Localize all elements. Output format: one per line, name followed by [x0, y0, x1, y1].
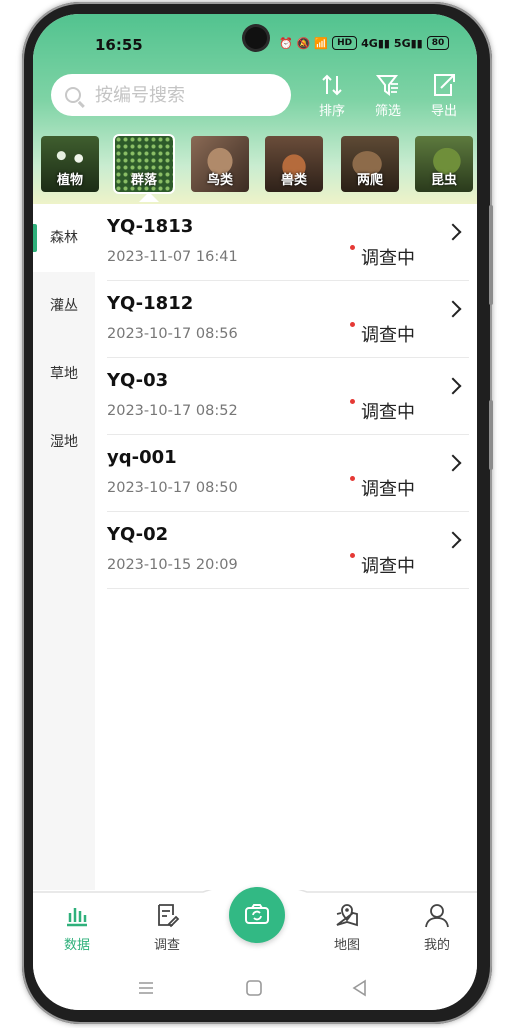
- category-bird[interactable]: 鸟类: [191, 136, 249, 192]
- tab-survey[interactable]: 调查: [137, 902, 197, 953]
- filter-button[interactable]: 筛选: [365, 72, 411, 119]
- status-dot: [350, 245, 355, 250]
- record-date: 2023-10-17 08:50: [107, 480, 238, 496]
- status-time: 16:55: [95, 36, 143, 54]
- chevron-right-icon: [444, 531, 462, 549]
- menu-icon[interactable]: [137, 979, 155, 997]
- status-dot: [350, 476, 355, 481]
- category-plant[interactable]: 植物: [41, 136, 99, 192]
- record-code: YQ-1812: [107, 293, 194, 314]
- tab-label: 数据: [63, 938, 90, 953]
- category-amphibian[interactable]: 两爬: [341, 136, 399, 192]
- list-item[interactable]: YQ-1813 2023-11-07 16:41 调查中: [107, 204, 469, 281]
- status-icons: ⏰ 🔕 📶 HD 4G▮▮ 5G▮▮ 80: [279, 36, 450, 50]
- category-mammal[interactable]: 兽类: [265, 136, 323, 192]
- battery-icon: 80: [426, 36, 450, 50]
- category-label: 鸟类: [206, 173, 233, 188]
- list-item[interactable]: yq-001 2023-10-17 08:50 调查中: [107, 435, 469, 512]
- back-icon[interactable]: [351, 979, 369, 997]
- record-code: YQ-03: [107, 370, 169, 391]
- camera-button[interactable]: [229, 887, 285, 943]
- status-dot: [350, 399, 355, 404]
- record-date: 2023-10-17 08:56: [107, 326, 238, 342]
- camera-icon: [245, 904, 269, 924]
- bar-chart-icon: [67, 908, 87, 927]
- category-community[interactable]: 群落: [113, 134, 175, 194]
- sort-label: 排序: [318, 104, 345, 119]
- list-item[interactable]: YQ-1812 2023-10-17 08:56 调查中: [107, 281, 469, 358]
- list-item[interactable]: YQ-02 2023-10-15 20:09 调查中: [107, 512, 469, 589]
- record-status: 调查中: [361, 479, 415, 500]
- tab-mine[interactable]: 我的: [407, 902, 467, 953]
- user-icon: [425, 904, 449, 928]
- record-date: 2023-10-17 08:52: [107, 403, 238, 419]
- status-dot: [350, 553, 355, 558]
- search-icon: [65, 87, 81, 103]
- record-status: 调查中: [361, 248, 415, 269]
- record-code: YQ-1813: [107, 216, 194, 237]
- tab-label: 地图: [333, 938, 360, 953]
- search-bar[interactable]: [51, 74, 291, 116]
- filter-icon: [375, 75, 399, 96]
- wifi-icon: 📶: [314, 36, 329, 50]
- sidebar-item-grassland[interactable]: 草地: [33, 340, 95, 408]
- sort-icon: [322, 74, 342, 96]
- record-code: YQ-02: [107, 524, 169, 545]
- sidebar-item-wetland[interactable]: 湿地: [33, 408, 95, 476]
- category-insect[interactable]: 昆虫: [415, 136, 473, 192]
- category-label: 两爬: [356, 173, 383, 188]
- category-label: 昆虫: [430, 173, 457, 188]
- tab-label: 调查: [153, 938, 180, 953]
- system-nav-bar: [33, 966, 477, 1010]
- category-label: 植物: [56, 173, 83, 188]
- hd-icon: HD: [332, 36, 358, 50]
- chevron-right-icon: [444, 377, 462, 395]
- export-icon: [434, 74, 455, 96]
- record-date: 2023-11-07 16:41: [107, 249, 238, 265]
- power-button: [489, 400, 493, 470]
- export-button[interactable]: 导出: [421, 72, 467, 119]
- survey-icon: [158, 904, 180, 928]
- app-screen: 16:55 ⏰ 🔕 📶 HD 4G▮▮ 5G▮▮ 80 排序: [33, 14, 477, 1010]
- list-item[interactable]: YQ-03 2023-10-17 08:52 调查中: [107, 358, 469, 435]
- tab-map[interactable]: 地图: [317, 902, 377, 953]
- search-input[interactable]: [93, 83, 277, 107]
- sort-button[interactable]: 排序: [309, 72, 355, 119]
- filter-label: 筛选: [374, 104, 401, 119]
- sidebar-item-forest[interactable]: 森林: [33, 204, 95, 272]
- mute-icon: 🔕: [296, 36, 311, 50]
- chevron-right-icon: [444, 223, 462, 241]
- tab-label: 我的: [423, 938, 450, 953]
- category-strip: 植物 群落 鸟类 兽类 两爬 昆虫: [33, 132, 477, 194]
- record-code: yq-001: [107, 447, 177, 468]
- record-list: YQ-1813 2023-11-07 16:41 调查中 YQ-1812 202…: [95, 204, 477, 589]
- status-bar: 16:55 ⏰ 🔕 📶 HD 4G▮▮ 5G▮▮ 80: [33, 14, 477, 60]
- signal-5g-icon: 5G▮▮: [393, 36, 423, 50]
- sidebar-item-shrub[interactable]: 灌丛: [33, 272, 95, 340]
- toolbar: 排序 筛选 导出 删除: [309, 72, 477, 119]
- habitat-sidebar: 森林 灌丛 草地 湿地: [33, 204, 95, 890]
- record-status: 调查中: [361, 556, 415, 577]
- record-date: 2023-10-15 20:09: [107, 557, 238, 573]
- home-icon[interactable]: [245, 979, 263, 997]
- tab-data[interactable]: 数据: [47, 902, 107, 953]
- signal-icon: 4G▮▮: [361, 36, 390, 50]
- volume-button: [489, 205, 493, 305]
- record-status: 调查中: [361, 402, 415, 423]
- record-status: 调查中: [361, 325, 415, 346]
- category-label: 兽类: [280, 173, 307, 188]
- header: 16:55 ⏰ 🔕 📶 HD 4G▮▮ 5G▮▮ 80 排序: [33, 14, 477, 204]
- selected-category-caret: [139, 192, 159, 202]
- front-camera: [245, 27, 267, 49]
- export-label: 导出: [430, 104, 457, 119]
- alarm-icon: ⏰: [279, 36, 293, 50]
- status-dot: [350, 322, 355, 327]
- category-label: 群落: [130, 173, 157, 188]
- map-icon: [336, 904, 358, 927]
- chevron-right-icon: [444, 300, 462, 318]
- chevron-right-icon: [444, 454, 462, 472]
